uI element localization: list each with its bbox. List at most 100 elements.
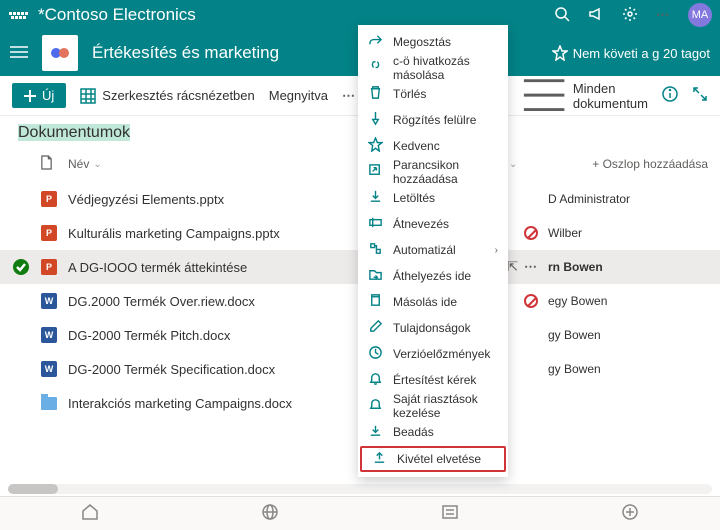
checkin-icon	[368, 423, 383, 441]
follow-button[interactable]: Nem követi a g 20 tagot	[552, 45, 710, 61]
menu-item-label: Saját riasztások kezelése	[393, 392, 498, 420]
alerts-icon	[368, 397, 383, 415]
file-type-icon: W	[40, 293, 58, 309]
site-logo[interactable]	[42, 35, 78, 71]
file-type-icon	[40, 397, 58, 410]
add-icon[interactable]	[621, 503, 639, 524]
new-label: Új	[42, 88, 54, 103]
share-icon	[368, 33, 383, 51]
trash-icon	[368, 85, 383, 103]
view-label: Minden dokumentum	[573, 81, 648, 111]
search-icon[interactable]	[554, 6, 570, 25]
menu-item-label: Másolás ide	[393, 295, 457, 309]
settings-icon[interactable]	[622, 6, 638, 25]
modified-by: gy Bowen	[548, 328, 708, 342]
name-column-header[interactable]: Név⌄	[68, 157, 368, 171]
blocked-icon	[524, 226, 538, 240]
view-selector[interactable]: Minden dokumentum	[521, 72, 648, 118]
menu-item-label: Verzióelőzmények	[393, 347, 490, 361]
new-button[interactable]: Új	[12, 83, 66, 108]
modified-by: rn Bowen	[548, 260, 708, 274]
add-column-button[interactable]: + Oszlop hozzáadása	[592, 157, 708, 171]
menu-item-label: Beadás	[393, 425, 434, 439]
menu-item-discard[interactable]: Kivétel elvetése	[360, 446, 506, 472]
history-icon	[368, 345, 383, 363]
home-icon[interactable]	[81, 503, 99, 524]
menu-item-shortcut[interactable]: Parancsikon hozzáadása	[358, 159, 508, 185]
bottom-nav	[0, 496, 720, 530]
app-launcher-icon[interactable]	[8, 5, 28, 25]
tenant-name: *Contoso Electronics	[38, 5, 196, 25]
menu-item-label: Kedvenc	[393, 139, 440, 153]
hamburger-icon[interactable]	[10, 45, 28, 62]
megaphone-icon[interactable]	[588, 6, 604, 25]
menu-item-label: Kivétel elvetése	[397, 452, 481, 466]
open-label: Megnyitva	[269, 88, 328, 103]
menu-item-label: Megosztás	[393, 35, 451, 49]
flow-icon	[368, 241, 383, 259]
menu-item-star[interactable]: Kedvenc	[358, 133, 508, 159]
menu-item-trash[interactable]: Törlés	[358, 81, 508, 107]
share-inline-icon[interactable]: ⇱	[507, 259, 518, 275]
menu-item-pin[interactable]: Rögzítés felülre	[358, 107, 508, 133]
overflow-icon[interactable]: ⋯	[342, 88, 356, 104]
menu-item-rename[interactable]: Átnevezés	[358, 211, 508, 237]
chevron-right-icon: ›	[495, 245, 498, 256]
bell-icon	[368, 371, 383, 389]
discard-icon	[372, 450, 387, 468]
menu-item-edit[interactable]: Tulajdonságok	[358, 315, 508, 341]
menu-item-checkin[interactable]: Beadás	[358, 419, 508, 445]
star-icon	[368, 137, 383, 155]
news-icon[interactable]	[441, 503, 459, 524]
menu-item-label: Áthelyezés ide	[393, 269, 471, 283]
file-type-icon: P	[40, 191, 58, 207]
file-type-icon: W	[40, 361, 58, 377]
blocked-icon	[524, 294, 538, 308]
more-icon[interactable]: ⋯	[656, 7, 670, 23]
horizontal-scrollbar[interactable]	[8, 484, 712, 494]
copy-icon	[368, 293, 383, 311]
open-button[interactable]: Megnyitva	[269, 88, 328, 103]
edit-icon	[368, 319, 383, 337]
menu-item-download[interactable]: Letöltés	[358, 185, 508, 211]
grid-edit-button[interactable]: Szerkesztés rácsnézetben	[80, 88, 254, 104]
menu-item-label: Rögzítés felülre	[393, 113, 476, 127]
file-type-icon: P	[40, 225, 58, 241]
menu-item-move[interactable]: Áthelyezés ide	[358, 263, 508, 289]
globe-icon[interactable]	[261, 503, 279, 524]
menu-item-label: c-ö hivatkozás másolása	[393, 54, 498, 82]
download-icon	[368, 189, 383, 207]
shortcut-icon	[368, 163, 383, 181]
menu-item-link[interactable]: c-ö hivatkozás másolása	[358, 55, 508, 81]
menu-item-alerts[interactable]: Saját riasztások kezelése	[358, 393, 508, 419]
menu-item-label: Értesítést kérek	[393, 373, 476, 387]
doc-icon-header[interactable]	[40, 155, 58, 173]
info-icon[interactable]	[662, 86, 678, 105]
modified-by: gy Bowen	[548, 362, 708, 376]
avatar[interactable]: MA	[688, 3, 712, 27]
menu-item-share[interactable]: Megosztás	[358, 29, 508, 55]
file-type-icon: W	[40, 327, 58, 343]
menu-item-copy[interactable]: Másolás ide	[358, 289, 508, 315]
grid-edit-label: Szerkesztés rácsnézetben	[102, 88, 254, 103]
expand-icon[interactable]	[692, 86, 708, 105]
menu-item-label: Parancsikon hozzáadása	[393, 158, 498, 186]
context-menu: Megosztás c-ö hivatkozás másolása Törlés Rö…	[358, 25, 508, 477]
menu-item-label: Tulajdonságok	[393, 321, 471, 335]
menu-item-history[interactable]: Verzióelőzmények	[358, 341, 508, 367]
modified-by: Wilber	[548, 226, 708, 240]
rename-icon	[368, 215, 383, 233]
follow-label: Nem követi a g 20 tagot	[573, 46, 710, 61]
link-icon	[368, 59, 383, 77]
modified-by: egy Bowen	[548, 294, 708, 308]
modified-by: D Administrator	[548, 192, 708, 206]
menu-item-label: Letöltés	[393, 191, 435, 205]
pin-icon	[368, 111, 383, 129]
selected-check-icon	[13, 259, 29, 275]
menu-item-label: Automatizál	[393, 243, 456, 257]
menu-item-flow[interactable]: Automatizál ›	[358, 237, 508, 263]
menu-item-bell[interactable]: Értesítést kérek	[358, 367, 508, 393]
menu-item-label: Törlés	[393, 87, 426, 101]
menu-item-label: Átnevezés	[393, 217, 449, 231]
row-more-icon[interactable]: ⋯	[524, 259, 538, 275]
